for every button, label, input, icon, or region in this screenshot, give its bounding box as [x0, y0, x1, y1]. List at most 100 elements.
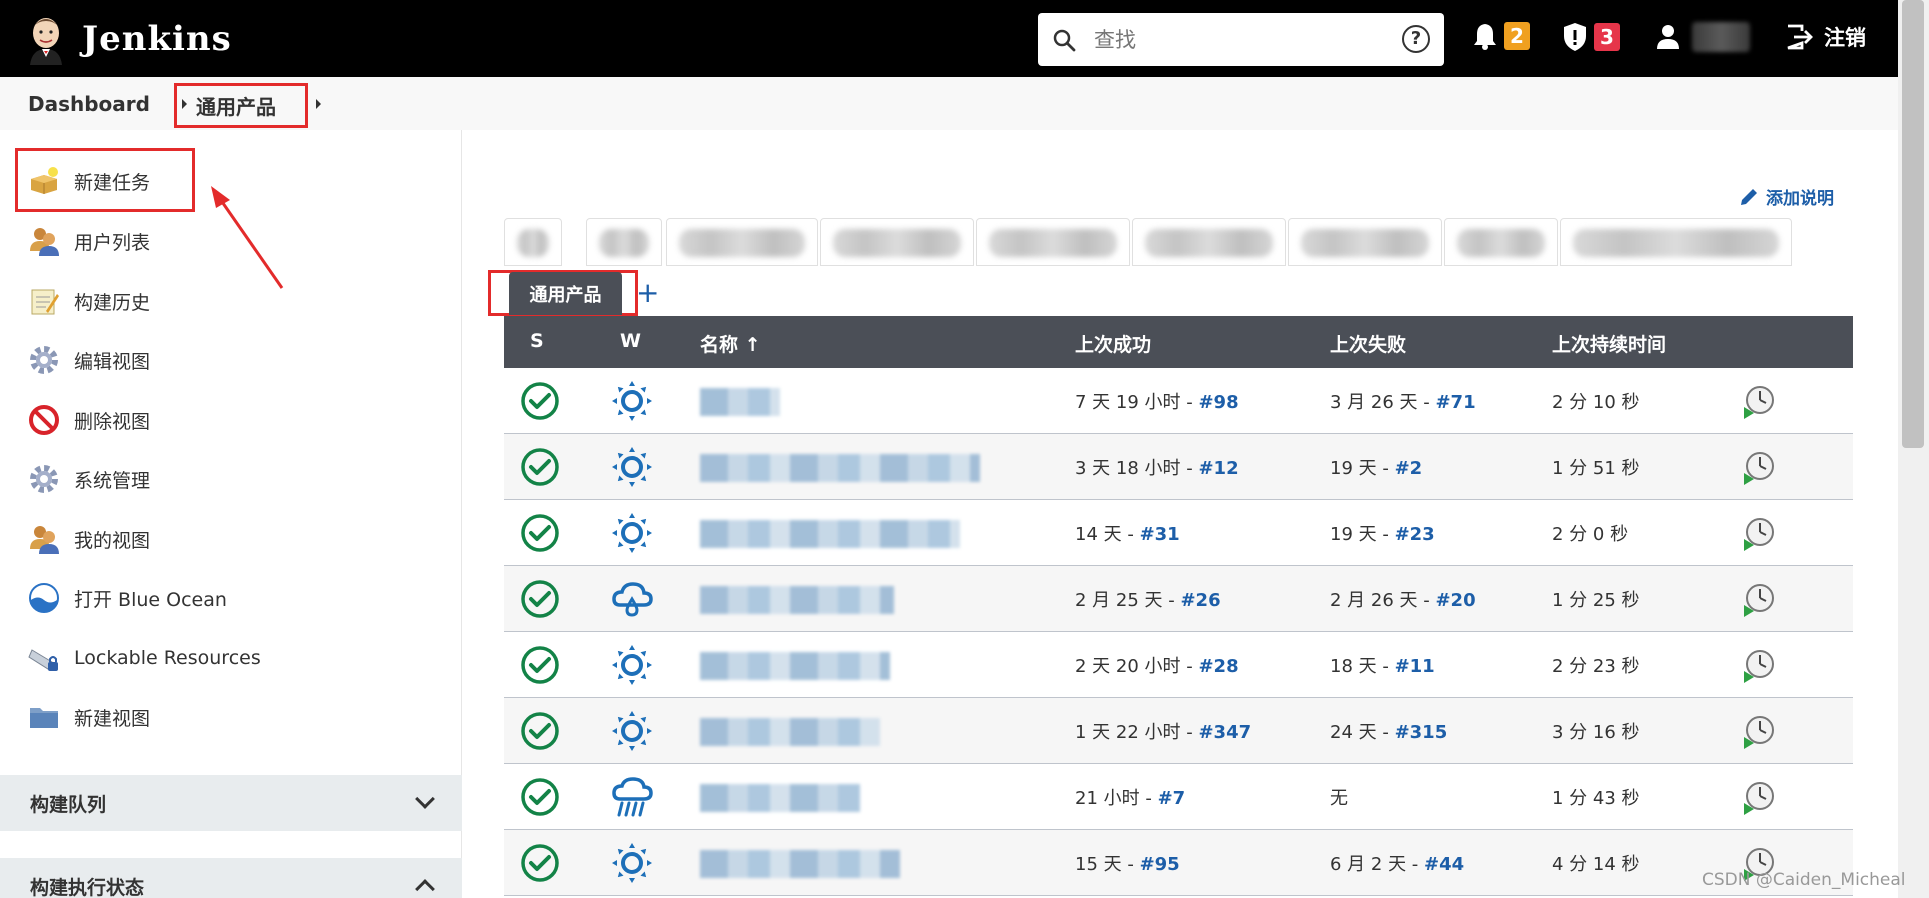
last-success-build-link[interactable]: #12	[1198, 458, 1238, 479]
column-name[interactable]: 名称 ↑	[700, 330, 761, 357]
blue-ocean-icon	[29, 583, 59, 613]
add-view-tab-button[interactable]: +	[636, 276, 659, 309]
job-name-redacted[interactable]	[700, 586, 894, 614]
last-failure-build-link[interactable]: #11	[1395, 656, 1435, 677]
weather-rainy-icon[interactable]	[610, 775, 654, 819]
folder-icon	[30, 708, 58, 728]
schedule-build-icon[interactable]	[1742, 385, 1776, 419]
breadcrumb-current-view[interactable]: 通用产品	[196, 91, 276, 120]
notifications-button[interactable]: 2	[1472, 22, 1530, 50]
last-success-build-link[interactable]: #31	[1140, 524, 1180, 545]
view-tab-redacted[interactable]	[1288, 218, 1442, 266]
weather-cloudy-icon[interactable]	[610, 577, 654, 621]
success-status-icon[interactable]	[520, 645, 560, 685]
users-icon	[30, 526, 59, 554]
view-tab-redacted[interactable]	[1444, 218, 1558, 266]
jenkins-logo[interactable]: Jenkins	[26, 13, 232, 65]
success-status-icon[interactable]	[520, 579, 560, 619]
success-status-icon[interactable]	[520, 381, 560, 421]
job-name-redacted[interactable]	[700, 454, 980, 482]
last-success-cell: 14 天 - #31	[1075, 520, 1180, 546]
view-tab-redacted[interactable]	[666, 218, 818, 266]
schedule-build-icon[interactable]	[1742, 715, 1776, 749]
job-name-redacted[interactable]	[700, 520, 960, 548]
success-status-icon[interactable]	[520, 513, 560, 553]
sidebar-item-lockable-resources[interactable]: Lockable Resources	[28, 638, 261, 678]
search-input[interactable]	[1094, 27, 1384, 52]
logout-label: 注销	[1824, 26, 1866, 50]
breadcrumb-dashboard[interactable]: Dashboard	[28, 92, 150, 116]
schedule-build-icon[interactable]	[1742, 583, 1776, 617]
job-name-redacted[interactable]	[700, 784, 860, 812]
user-name-redacted	[1692, 22, 1750, 52]
weather-sunny-icon[interactable]	[610, 643, 654, 687]
last-success-build-link[interactable]: #98	[1198, 392, 1238, 413]
last-success-build-link[interactable]: #95	[1140, 854, 1180, 875]
security-button[interactable]: 3	[1562, 22, 1620, 52]
schedule-build-icon[interactable]	[1742, 451, 1776, 485]
job-name-redacted[interactable]	[700, 388, 780, 416]
view-tab-redacted[interactable]	[504, 218, 562, 266]
sidebar-item-delete-view[interactable]: 删除视图	[28, 400, 150, 440]
job-name-redacted[interactable]	[700, 652, 890, 680]
last-failure-time: 无	[1330, 788, 1348, 809]
last-success-build-link[interactable]: #28	[1198, 656, 1238, 677]
weather-sunny-icon[interactable]	[610, 445, 654, 489]
column-last-failure[interactable]: 上次失败	[1330, 330, 1406, 357]
view-tab-redacted[interactable]	[976, 218, 1130, 266]
last-failure-build-link[interactable]: #71	[1435, 392, 1475, 413]
breadcrumb: Dashboard 通用产品	[0, 77, 1898, 130]
view-tab-redacted[interactable]	[1560, 218, 1792, 266]
column-last-duration[interactable]: 上次持续时间	[1552, 330, 1666, 357]
tab-current-view[interactable]: 通用产品	[509, 272, 622, 315]
sidebar-item-users[interactable]: 用户列表	[28, 221, 150, 261]
logout-button[interactable]: 注销	[1784, 22, 1866, 52]
view-tab-redacted[interactable]	[586, 218, 662, 266]
sidebar-item-blue-ocean[interactable]: 打开 Blue Ocean	[28, 578, 227, 618]
view-tab-redacted[interactable]	[820, 218, 974, 266]
success-status-icon[interactable]	[520, 843, 560, 883]
last-failure-build-link[interactable]: #23	[1395, 524, 1435, 545]
weather-sunny-icon[interactable]	[610, 511, 654, 555]
build-queue-panel[interactable]: 构建队列	[0, 775, 462, 831]
last-failure-build-link[interactable]: #44	[1424, 854, 1464, 875]
job-name-redacted[interactable]	[700, 850, 900, 878]
success-status-icon[interactable]	[520, 447, 560, 487]
last-failure-build-link[interactable]: #2	[1395, 458, 1423, 479]
last-success-time: 14 天 -	[1075, 524, 1140, 545]
last-duration-cell: 3 分 16 秒	[1552, 722, 1640, 743]
last-success-build-link[interactable]: #347	[1198, 722, 1251, 743]
chevron-down-icon[interactable]	[415, 789, 435, 809]
weather-sunny-icon[interactable]	[610, 379, 654, 423]
schedule-build-icon[interactable]	[1742, 781, 1776, 815]
scrollbar-thumb[interactable]	[1902, 0, 1924, 448]
executor-status-panel[interactable]: 构建执行状态	[0, 858, 462, 898]
column-last-success[interactable]: 上次成功	[1075, 330, 1151, 357]
sidebar-item-manage-jenkins[interactable]: 系统管理	[28, 459, 150, 499]
sidebar-item-new-item[interactable]: 新建任务	[28, 161, 150, 201]
sidebar-item-my-views[interactable]: 我的视图	[28, 519, 150, 559]
view-tab-redacted[interactable]	[1132, 218, 1286, 266]
success-status-icon[interactable]	[520, 777, 560, 817]
new-item-icon	[31, 167, 58, 194]
job-name-redacted[interactable]	[700, 718, 880, 746]
schedule-build-icon[interactable]	[1742, 649, 1776, 683]
sidebar-item-edit-view[interactable]: 编辑视图	[28, 340, 150, 380]
help-icon[interactable]: ?	[1402, 25, 1430, 53]
success-status-icon[interactable]	[520, 711, 560, 751]
last-failure-build-link[interactable]: #315	[1395, 722, 1448, 743]
sidebar-item-new-view[interactable]: 新建视图	[28, 697, 150, 737]
last-success-build-link[interactable]: #7	[1158, 788, 1186, 809]
weather-sunny-icon[interactable]	[610, 709, 654, 753]
last-failure-build-link[interactable]: #20	[1435, 590, 1475, 611]
column-status[interactable]: S	[530, 330, 544, 352]
add-description-link[interactable]: 添加说明	[1738, 184, 1834, 209]
column-weather[interactable]: W	[620, 330, 641, 352]
user-menu[interactable]	[1656, 22, 1750, 52]
breadcrumb-arrow[interactable]	[316, 99, 321, 109]
weather-sunny-icon[interactable]	[610, 841, 654, 885]
schedule-build-icon[interactable]	[1742, 517, 1776, 551]
sidebar-item-build-history[interactable]: 构建历史	[28, 281, 150, 321]
last-success-build-link[interactable]: #26	[1180, 590, 1220, 611]
chevron-up-icon[interactable]	[415, 879, 435, 898]
